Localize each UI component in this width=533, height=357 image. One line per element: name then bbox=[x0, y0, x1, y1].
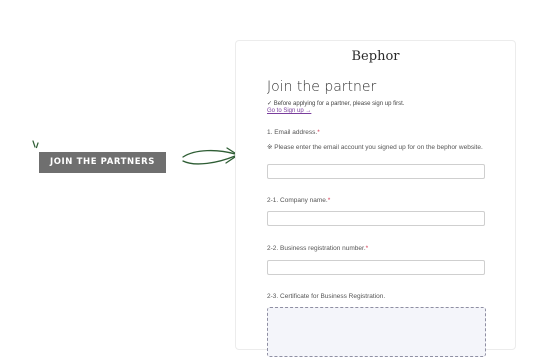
certificate-label: 2-3. Certificate for Business Registrati… bbox=[267, 293, 386, 300]
bephor-logo: Bephor bbox=[351, 49, 400, 64]
sparkle-icon bbox=[32, 140, 39, 149]
company-name-label: 2-1. Company name.* bbox=[267, 197, 330, 204]
company-name-label-text: 2-1. Company name. bbox=[267, 197, 328, 204]
email-label-text: 1. Email address. bbox=[267, 129, 318, 136]
arrow-right-icon bbox=[182, 147, 239, 165]
go-to-signup-link[interactable]: Go to Sign up → bbox=[267, 108, 311, 114]
signup-note: ✓ Before applying for a partner, please … bbox=[267, 101, 405, 107]
email-label: 1. Email address.* bbox=[267, 129, 320, 136]
business-number-label: 2-2. Business registration number.* bbox=[267, 245, 368, 252]
email-help-text: ※ Please enter the email account you sig… bbox=[267, 144, 483, 151]
partner-application-form: Bephor Join the partner ✓ Before applyin… bbox=[235, 40, 516, 357]
company-name-input[interactable] bbox=[267, 211, 485, 226]
email-input[interactable] bbox=[267, 164, 485, 179]
certificate-upload-dropzone[interactable] bbox=[267, 307, 486, 357]
required-mark: * bbox=[327, 197, 331, 204]
required-mark: * bbox=[317, 129, 320, 136]
join-the-partners-button[interactable]: JOIN THE PARTNERS bbox=[39, 152, 166, 173]
required-mark: * bbox=[365, 245, 369, 252]
form-title: Join the partner bbox=[267, 79, 377, 95]
business-number-label-text: 2-2. Business registration number. bbox=[267, 245, 366, 252]
business-number-input[interactable] bbox=[267, 260, 485, 275]
